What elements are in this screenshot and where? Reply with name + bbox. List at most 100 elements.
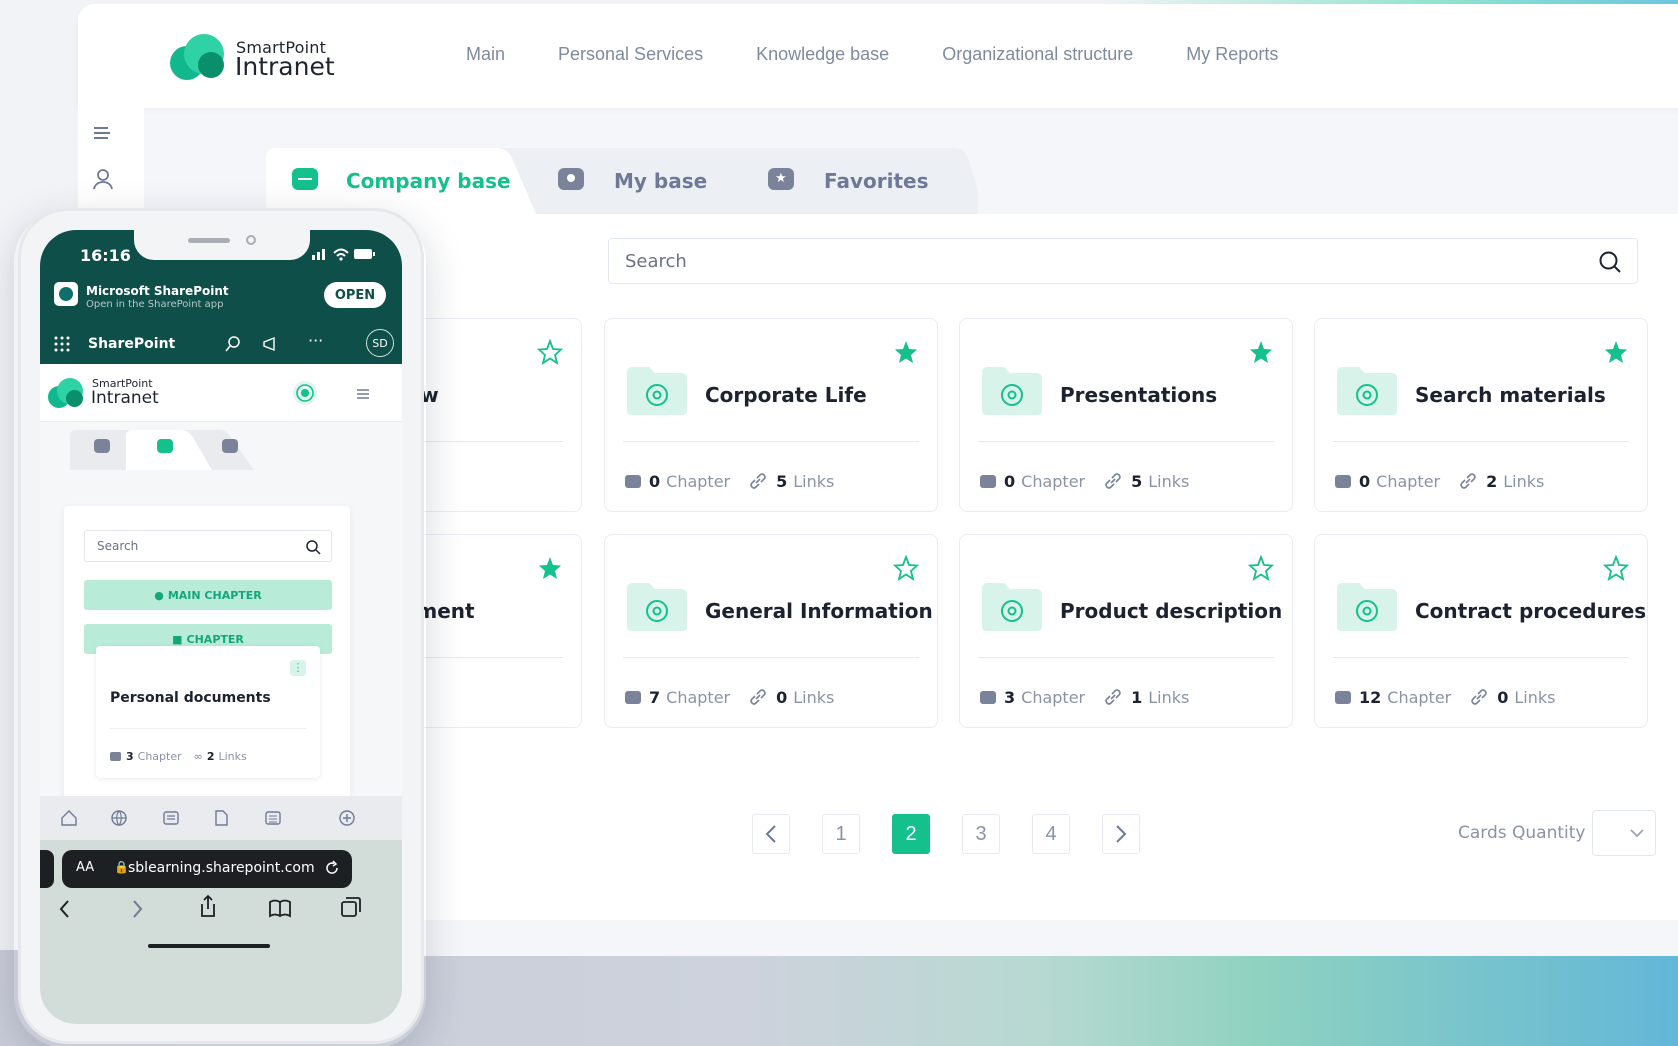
home-indicator bbox=[148, 944, 270, 948]
previous-tab-edge bbox=[40, 850, 54, 888]
open-app-button[interactable]: OPEN bbox=[324, 282, 386, 308]
back-icon[interactable] bbox=[58, 898, 72, 920]
page-2[interactable]: 2 bbox=[892, 814, 930, 854]
folder-plus-icon: ■ bbox=[172, 632, 183, 646]
megaphone-icon[interactable] bbox=[262, 335, 280, 353]
app-launcher-icon[interactable] bbox=[54, 336, 70, 352]
search-icon[interactable] bbox=[305, 539, 321, 555]
folder-icon bbox=[94, 439, 110, 453]
nav-my-reports[interactable]: My Reports bbox=[1186, 44, 1278, 65]
bookmarks-icon[interactable] bbox=[268, 898, 292, 918]
divider bbox=[1333, 657, 1629, 658]
brand-logo[interactable]: SmartPoint Intranet bbox=[170, 32, 340, 82]
tab-label: Favorites bbox=[824, 169, 929, 193]
divider bbox=[978, 441, 1274, 442]
link-count: 5 bbox=[776, 471, 788, 491]
sharepoint-banner-subtitle: Open in the SharePoint app bbox=[86, 299, 224, 310]
prev-page-button[interactable] bbox=[752, 814, 790, 854]
mobile-card-title: Personal documents bbox=[110, 690, 271, 706]
card-title: Corporate Life bbox=[705, 383, 867, 407]
chevron-left-icon bbox=[765, 825, 776, 843]
kebab-menu-icon[interactable]: ⋮ bbox=[290, 660, 306, 676]
text-size-button[interactable]: AA bbox=[76, 860, 94, 875]
search-icon[interactable] bbox=[224, 335, 242, 353]
links-label: Links bbox=[793, 687, 835, 707]
add-icon[interactable] bbox=[338, 809, 356, 827]
kb-card[interactable]: General Information 7 Chapter 0 Links bbox=[604, 534, 938, 728]
kb-card[interactable]: Product description 3 Chapter 1 Links bbox=[959, 534, 1293, 728]
more-icon[interactable]: ··· bbox=[308, 331, 323, 350]
link-icon bbox=[1105, 689, 1121, 705]
link-icon bbox=[1460, 473, 1476, 489]
star-icon[interactable] bbox=[893, 555, 919, 581]
card-meta: 0 Chapter 2 Links bbox=[1335, 471, 1544, 491]
kb-card[interactable]: Presentations 0 Chapter 5 Links bbox=[959, 318, 1293, 512]
page-1[interactable]: 1 bbox=[822, 814, 860, 854]
menu-icon[interactable] bbox=[356, 388, 370, 400]
menu-icon[interactable] bbox=[90, 120, 116, 146]
forward-icon[interactable] bbox=[130, 898, 144, 920]
url-text: sblearning.sharepoint.com bbox=[128, 860, 315, 876]
folder-icon bbox=[980, 474, 996, 488]
nav-organizational-structure[interactable]: Organizational structure bbox=[942, 44, 1133, 65]
star-icon[interactable] bbox=[1603, 339, 1629, 365]
page-3[interactable]: 3 bbox=[962, 814, 1000, 854]
kb-card[interactable]: Contract procedures 12 Chapter 0 Links bbox=[1314, 534, 1648, 728]
globe-icon[interactable] bbox=[110, 809, 128, 827]
button-label: CHAPTER bbox=[186, 632, 244, 646]
list-icon[interactable] bbox=[264, 809, 282, 827]
tab-company-base[interactable]: Company base bbox=[264, 148, 524, 214]
sharepoint-banner-title: Microsoft SharePoint bbox=[86, 284, 229, 298]
document-icon[interactable] bbox=[212, 809, 230, 827]
mobile-header: SmartPoint Intranet bbox=[40, 364, 402, 422]
folder-alarm-clock-icon bbox=[982, 367, 1042, 415]
safari-url-bar[interactable]: AA 🔒 sblearning.sharepoint.com bbox=[62, 850, 352, 888]
nav-knowledge-base[interactable]: Knowledge base bbox=[756, 44, 889, 65]
star-icon[interactable] bbox=[1248, 339, 1274, 365]
user-icon[interactable] bbox=[90, 166, 116, 192]
chapter-count: 0 bbox=[649, 471, 661, 491]
star-icon[interactable] bbox=[1603, 555, 1629, 581]
mobile-search-box[interactable]: Search bbox=[84, 530, 332, 562]
radar-icon[interactable] bbox=[290, 378, 320, 408]
page-4[interactable]: 4 bbox=[1032, 814, 1070, 854]
star-icon[interactable] bbox=[1248, 555, 1274, 581]
next-page-button[interactable] bbox=[1102, 814, 1140, 854]
news-icon[interactable] bbox=[162, 809, 180, 827]
chapter-label: Chapter bbox=[1021, 471, 1086, 491]
divider bbox=[978, 657, 1274, 658]
nav-personal-services[interactable]: Personal Services bbox=[558, 44, 703, 65]
card-meta: 0 Chapter 5 Links bbox=[625, 471, 834, 491]
home-icon[interactable] bbox=[60, 809, 78, 827]
cards-quantity-select[interactable] bbox=[1592, 810, 1656, 856]
reload-icon[interactable] bbox=[324, 860, 340, 876]
chapter-label: Chapter bbox=[1387, 687, 1452, 707]
mobile-search-input[interactable]: Search bbox=[97, 539, 138, 553]
nav-main[interactable]: Main bbox=[466, 44, 505, 65]
tabs-icon[interactable] bbox=[340, 896, 362, 918]
folder-icon bbox=[292, 168, 318, 190]
card-title: General Information bbox=[705, 599, 933, 623]
search-input[interactable] bbox=[625, 239, 1585, 283]
share-icon[interactable] bbox=[198, 894, 218, 918]
kb-card[interactable]: Corporate Life 0 Chapter 5 Links bbox=[604, 318, 938, 512]
link-icon: ∞ bbox=[193, 750, 203, 763]
avatar[interactable]: SD bbox=[366, 329, 394, 357]
links-label: Links bbox=[1148, 687, 1190, 707]
star-icon[interactable] bbox=[893, 339, 919, 365]
star-icon[interactable] bbox=[537, 555, 563, 581]
main-nav: Main Personal Services Knowledge base Or… bbox=[466, 44, 1331, 65]
folder-icon bbox=[1335, 690, 1351, 704]
folder-gear-icon bbox=[627, 367, 687, 415]
links-label: Links bbox=[1503, 471, 1545, 491]
search-icon[interactable] bbox=[1597, 249, 1623, 275]
tab-my-base[interactable]: My base bbox=[544, 148, 744, 214]
tab-favorites[interactable]: ★ Favorites bbox=[754, 148, 954, 214]
main-chapter-button[interactable]: ● MAIN CHAPTER bbox=[84, 580, 332, 610]
card-title: Contract procedures bbox=[1415, 599, 1647, 623]
star-icon[interactable] bbox=[537, 339, 563, 365]
mobile-brand-big: Intranet bbox=[91, 388, 159, 408]
link-count: 2 bbox=[206, 750, 215, 763]
kb-card[interactable]: Search materials 0 Chapter 2 Links bbox=[1314, 318, 1648, 512]
mobile-card[interactable]: ⋮ Personal documents 3 Chapter ∞ 2 Links bbox=[96, 646, 320, 778]
